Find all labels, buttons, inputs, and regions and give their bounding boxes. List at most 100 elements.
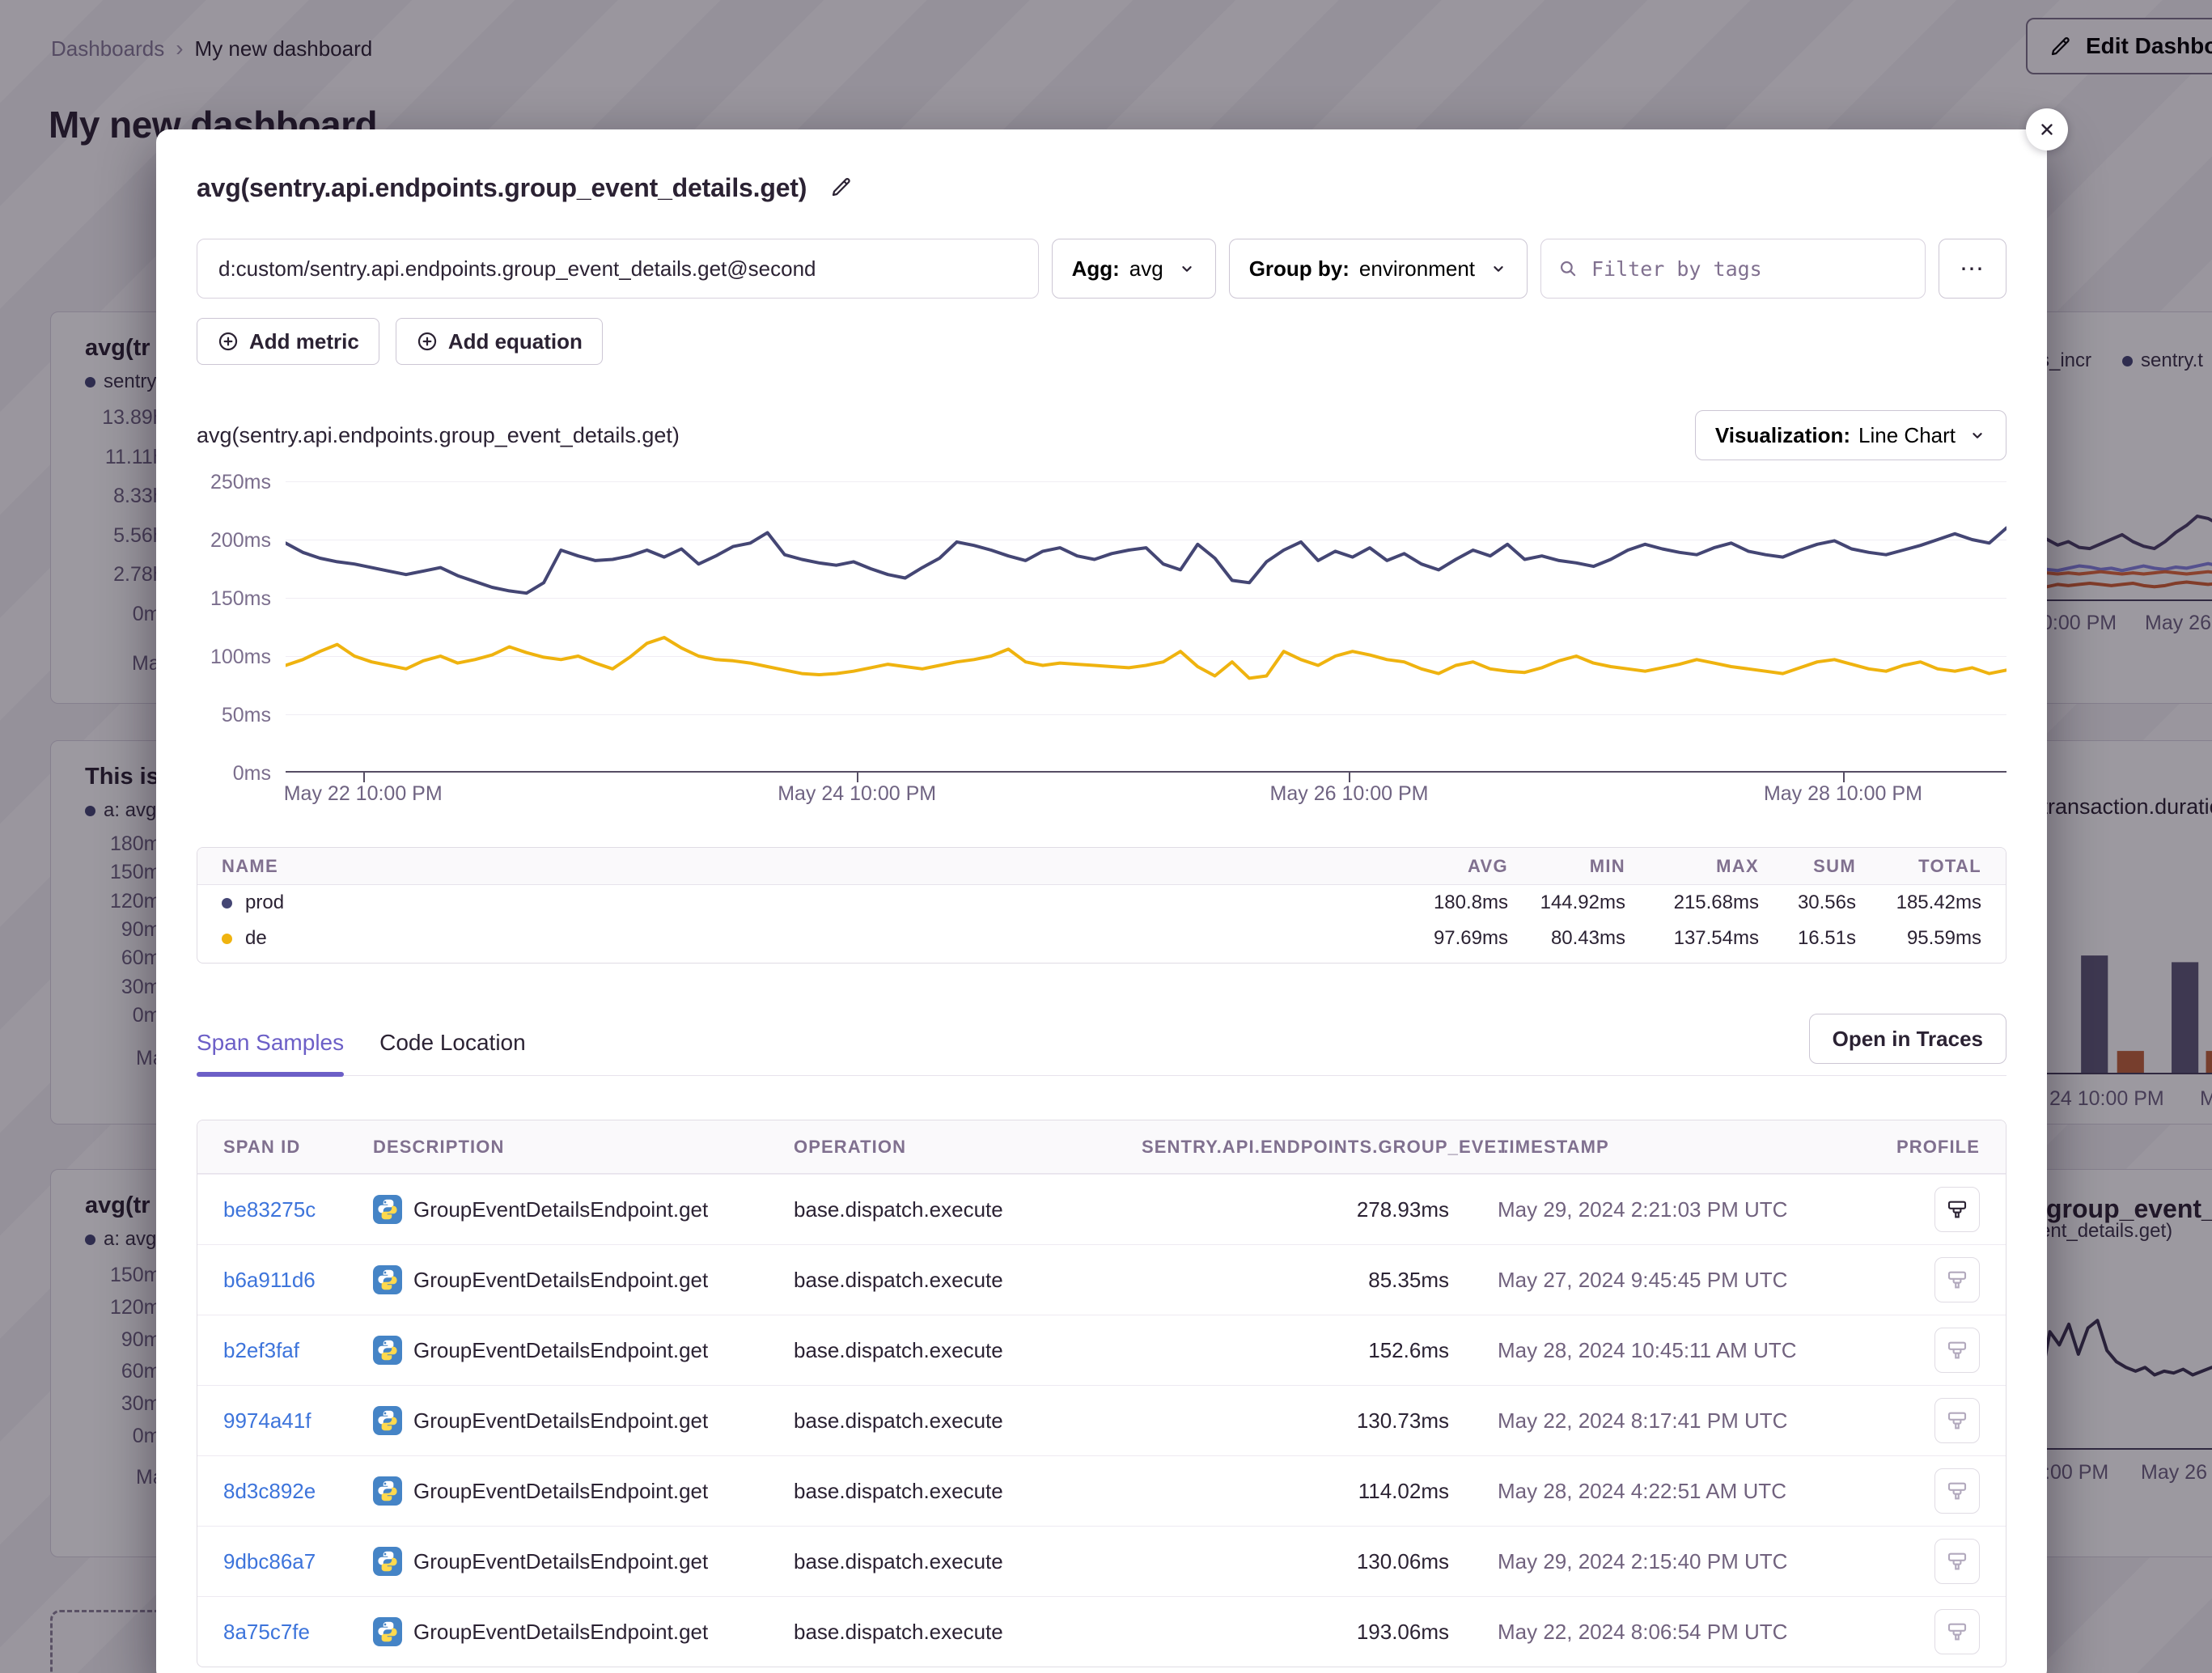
- span-timestamp: May 22, 2024 8:17:41 PM UTC: [1449, 1408, 1883, 1434]
- span-id-link[interactable]: b6a911d6: [223, 1268, 373, 1293]
- plus-circle-icon: [217, 330, 239, 353]
- col-header-total: TOTAL: [1856, 856, 1981, 877]
- python-icon: [373, 1265, 402, 1294]
- span-description: GroupEventDetailsEndpoint.get: [413, 1620, 708, 1645]
- python-icon: [373, 1336, 402, 1365]
- x-tick: May 22 10:00 PM: [284, 782, 443, 806]
- line-chart: 250ms 200ms 150ms 100ms 50ms 0ms: [197, 481, 2006, 815]
- y-tick: 150ms: [210, 587, 271, 611]
- groupby-value: environment: [1359, 256, 1475, 282]
- table-header-row: SPAN ID DESCRIPTION OPERATION SENTRY.API…: [197, 1120, 2006, 1174]
- span-duration: 114.02ms: [1142, 1479, 1449, 1504]
- span-id-link[interactable]: b2ef3faf: [223, 1338, 373, 1363]
- profile-icon: [1945, 1197, 1969, 1222]
- series-name: de: [245, 927, 267, 950]
- profile-button[interactable]: [1934, 1609, 1980, 1654]
- add-metric-button[interactable]: Add metric: [197, 318, 379, 365]
- min-value: 80.43ms: [1508, 927, 1625, 950]
- python-icon: [373, 1617, 402, 1646]
- profile-button[interactable]: [1934, 1257, 1980, 1302]
- visualization-dropdown[interactable]: Visualization: Line Chart: [1695, 410, 2006, 460]
- series-color-dot: [222, 934, 232, 944]
- series-color-dot: [222, 898, 232, 909]
- tab-span-samples[interactable]: Span Samples: [197, 1030, 344, 1075]
- y-tick: 250ms: [210, 471, 271, 494]
- aggregation-dropdown[interactable]: Agg: avg: [1052, 239, 1216, 299]
- modal-header: avg(sentry.api.endpoints.group_event_det…: [197, 172, 2006, 205]
- span-id-link[interactable]: 9dbc86a7: [223, 1549, 373, 1574]
- span-operation: base.dispatch.execute: [794, 1620, 1142, 1645]
- aggregation-label: Agg:: [1072, 256, 1120, 282]
- profile-button[interactable]: [1934, 1539, 1980, 1584]
- span-operation: base.dispatch.execute: [794, 1268, 1142, 1293]
- y-tick: 0ms: [233, 762, 271, 786]
- summary-header-row: NAME AVG MIN MAX SUM TOTAL: [197, 848, 2006, 885]
- chart-title: avg(sentry.api.endpoints.group_event_det…: [197, 423, 680, 448]
- metric-query-input[interactable]: [197, 239, 1039, 299]
- groupby-dropdown[interactable]: Group by: environment: [1229, 239, 1528, 299]
- add-equation-button[interactable]: Add equation: [396, 318, 603, 365]
- col-header-max: MAX: [1625, 856, 1759, 877]
- span-operation: base.dispatch.execute: [794, 1549, 1142, 1574]
- plus-circle-icon: [416, 330, 439, 353]
- total-value: 185.42ms: [1856, 892, 1981, 914]
- plot-area[interactable]: [286, 481, 2006, 773]
- col-header-span-id: SPAN ID: [223, 1137, 373, 1158]
- x-tick-mark: [857, 773, 858, 782]
- summary-padding: [197, 956, 2006, 963]
- close-button[interactable]: [2026, 108, 2068, 150]
- query-controls: Agg: avg Group by: environment ⋯: [197, 239, 2006, 299]
- summary-row[interactable]: de 97.69ms 80.43ms 137.54ms 16.51s 95.59…: [197, 921, 2006, 956]
- summary-row[interactable]: prod 180.8ms 144.92ms 215.68ms 30.56s 18…: [197, 885, 2006, 921]
- span-description: GroupEventDetailsEndpoint.get: [413, 1197, 708, 1222]
- open-in-traces-button[interactable]: Open in Traces: [1809, 1014, 2006, 1064]
- avg-value: 97.69ms: [1371, 927, 1508, 950]
- col-header-name: NAME: [222, 856, 1371, 877]
- span-operation: base.dispatch.execute: [794, 1408, 1142, 1434]
- span-timestamp: May 22, 2024 8:06:54 PM UTC: [1449, 1620, 1883, 1645]
- profile-button[interactable]: [1934, 1187, 1980, 1232]
- profile-button[interactable]: [1934, 1468, 1980, 1514]
- python-icon: [373, 1476, 402, 1506]
- max-value: 215.68ms: [1625, 892, 1759, 914]
- table-row: 9dbc86a7 GroupEventDetailsEndpoint.get b…: [197, 1526, 2006, 1596]
- edit-title-button[interactable]: [826, 172, 857, 205]
- y-tick: 100ms: [210, 646, 271, 669]
- tab-code-location[interactable]: Code Location: [379, 1030, 526, 1075]
- x-tick-mark: [363, 773, 365, 782]
- span-operation: base.dispatch.execute: [794, 1338, 1142, 1363]
- span-duration: 152.6ms: [1142, 1338, 1449, 1363]
- add-metric-label: Add metric: [249, 329, 359, 354]
- table-row: 8d3c892e GroupEventDetailsEndpoint.get b…: [197, 1455, 2006, 1526]
- table-row: be83275c GroupEventDetailsEndpoint.get b…: [197, 1174, 2006, 1244]
- python-icon: [373, 1195, 402, 1224]
- span-operation: base.dispatch.execute: [794, 1197, 1142, 1222]
- span-duration: 278.93ms: [1142, 1197, 1449, 1222]
- col-header-timestamp: TIMESTAMP: [1449, 1137, 1883, 1158]
- chevron-down-icon: [1178, 260, 1196, 277]
- span-duration: 85.35ms: [1142, 1268, 1449, 1293]
- span-id-link[interactable]: 8a75c7fe: [223, 1620, 373, 1645]
- max-value: 137.54ms: [1625, 927, 1759, 950]
- metric-details-modal: avg(sentry.api.endpoints.group_event_det…: [156, 129, 2047, 1673]
- profile-button[interactable]: [1934, 1398, 1980, 1443]
- span-id-link[interactable]: 9974a41f: [223, 1408, 373, 1434]
- col-header-sum: SUM: [1759, 856, 1856, 877]
- tag-filter-input[interactable]: [1590, 256, 1909, 282]
- y-axis-labels: 250ms 200ms 150ms 100ms 50ms 0ms: [197, 481, 286, 773]
- python-icon: [373, 1547, 402, 1576]
- x-axis: [286, 771, 2006, 773]
- span-timestamp: May 28, 2024 4:22:51 AM UTC: [1449, 1479, 1883, 1504]
- x-tick: May 24 10:00 PM: [778, 782, 936, 806]
- profile-button[interactable]: [1934, 1328, 1980, 1373]
- visualization-label: Visualization:: [1715, 423, 1850, 448]
- profile-icon: [1945, 1479, 1969, 1503]
- span-id-link[interactable]: be83275c: [223, 1197, 373, 1222]
- more-options-button[interactable]: ⋯: [1939, 239, 2006, 299]
- col-header-avg: AVG: [1371, 856, 1508, 877]
- modal-title: avg(sentry.api.endpoints.group_event_det…: [197, 173, 807, 203]
- col-header-operation: OPERATION: [794, 1137, 1142, 1158]
- col-header-metric: SENTRY.API.ENDPOINTS.GROUP_EVE…: [1142, 1137, 1449, 1158]
- span-id-link[interactable]: 8d3c892e: [223, 1479, 373, 1504]
- span-timestamp: May 29, 2024 2:21:03 PM UTC: [1449, 1197, 1883, 1222]
